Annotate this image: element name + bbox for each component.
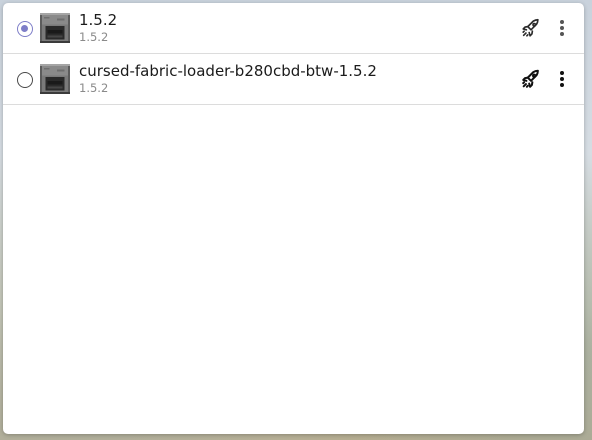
instance-radio-selected[interactable] [17, 21, 33, 37]
rocket-icon[interactable] [520, 68, 542, 90]
instance-row[interactable]: 1.5.2 1.5.2 [3, 3, 584, 54]
kebab-menu-icon[interactable] [553, 18, 571, 38]
instance-text: 1.5.2 1.5.2 [79, 11, 117, 44]
instance-version: 1.5.2 [79, 81, 109, 95]
instance-title: 1.5.2 [79, 11, 118, 29]
instance-title: cursed-fabric-loader-b280cbd-btw-1.5.2 [79, 62, 377, 80]
kebab-menu-icon[interactable] [553, 69, 571, 89]
instance-version: 1.5.2 [79, 30, 109, 44]
instance-list-panel: 1.5.2 1.5.2 cursed-fabric-loader-b280cbd… [3, 3, 584, 434]
instance-radio[interactable] [17, 72, 33, 88]
rocket-icon[interactable] [520, 17, 542, 39]
furnace-icon [40, 13, 70, 43]
instance-row[interactable]: cursed-fabric-loader-b280cbd-btw-1.5.2 1… [3, 54, 584, 105]
instance-text: cursed-fabric-loader-b280cbd-btw-1.5.2 1… [79, 62, 377, 95]
furnace-icon [40, 64, 70, 94]
